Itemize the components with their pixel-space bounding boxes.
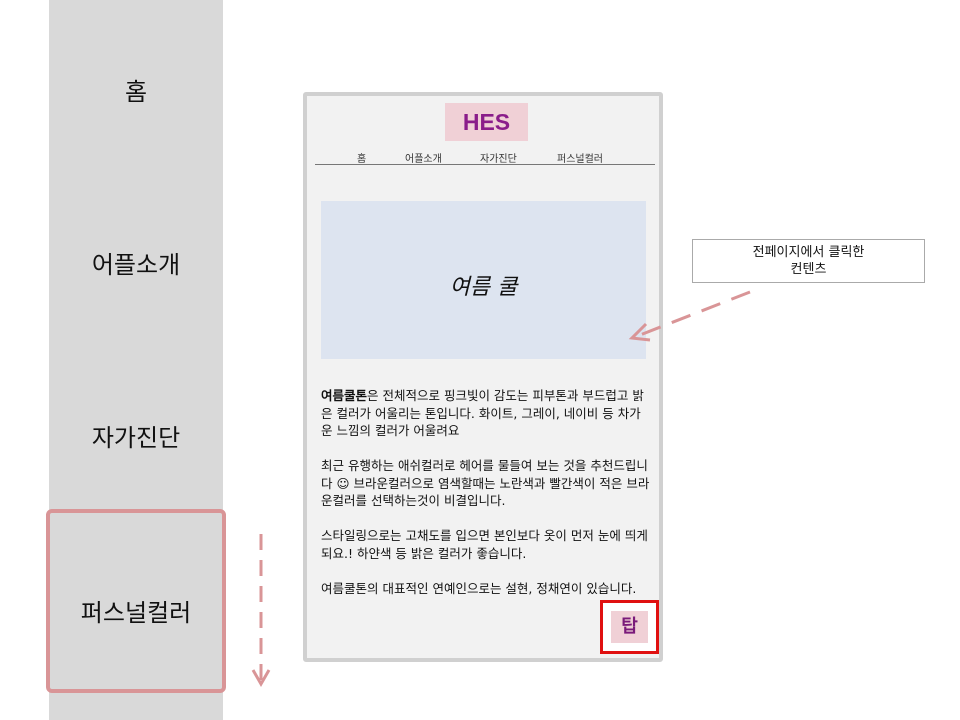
callout-line-2: 컨텐츠 bbox=[790, 262, 827, 277]
nav-item-app-intro[interactable]: 어플소개 bbox=[405, 150, 442, 165]
sidebar: 홈 어플소개 자가진단 퍼스널컬러 bbox=[46, 0, 226, 720]
sidebar-item-app-intro[interactable]: 어플소개 bbox=[49, 245, 223, 280]
nav-item-self-diagnosis[interactable]: 자가진단 bbox=[480, 150, 517, 165]
top-nav: 홈 어플소개 자가진단 퍼스널컬러 bbox=[315, 150, 655, 165]
phone-mockup: HES 홈 어플소개 자가진단 퍼스널컬러 여름 쿨 여름쿨톤은 전체적으로 핑… bbox=[303, 92, 663, 662]
scroll-top-button[interactable]: 탑 bbox=[600, 600, 659, 654]
nav-item-home[interactable]: 홈 bbox=[357, 150, 366, 165]
content-paragraph-1: 여름쿨톤은 전체적으로 핑크빛이 감도는 피부톤과 부드럽고 밝은 컬러가 어울… bbox=[321, 387, 651, 440]
content-paragraph-4: 여름쿨톤의 대표적인 연예인으로는 설현, 정채연이 있습니다. bbox=[321, 580, 637, 596]
sidebar-item-personal-color[interactable]: 퍼스널컬러 bbox=[46, 509, 226, 693]
content-paragraph-3: 스타일링으로는 고채도를 입으면 본인보다 옷이 먼저 눈에 띄게 되요.! 하… bbox=[321, 528, 648, 561]
nav-item-personal-color[interactable]: 퍼스널컬러 bbox=[557, 150, 603, 165]
scroll-down-arrow-icon bbox=[251, 534, 271, 688]
annotation-callout: 전페이지에서 클릭한 컨텐츠 bbox=[692, 239, 925, 283]
content-paragraph-2: 최근 유행하는 애쉬컬러로 헤어를 물들여 보는 것을 추천드립니다 ☺ 브라운… bbox=[321, 458, 650, 508]
hero-banner: 여름 쿨 bbox=[321, 201, 646, 359]
scroll-top-label: 탑 bbox=[611, 611, 648, 643]
callout-line-1: 전페이지에서 클릭한 bbox=[752, 245, 865, 260]
content-paragraph-text: 은 전체적으로 핑크빛이 감도는 피부톤과 부드럽고 밝은 컬러가 어울리는 톤… bbox=[321, 388, 644, 438]
sidebar-item-label: 어플소개 bbox=[91, 251, 181, 279]
hero-title: 여름 쿨 bbox=[449, 275, 518, 300]
sidebar-item-label: 자가진단 bbox=[91, 424, 181, 452]
content-highlight: 여름쿨톤 bbox=[321, 388, 368, 403]
sidebar-item-home[interactable]: 홈 bbox=[49, 72, 223, 107]
callout-arrow-icon bbox=[628, 290, 751, 342]
sidebar-item-label: 퍼스널컬러 bbox=[80, 599, 192, 627]
app-logo[interactable]: HES bbox=[445, 103, 528, 141]
sidebar-item-label: 홈 bbox=[124, 78, 148, 106]
content-text: 여름쿨톤은 전체적으로 핑크빛이 감도는 피부톤과 부드럽고 밝은 컬러가 어울… bbox=[321, 387, 651, 615]
sidebar-item-self-diagnosis[interactable]: 자가진단 bbox=[49, 418, 223, 453]
